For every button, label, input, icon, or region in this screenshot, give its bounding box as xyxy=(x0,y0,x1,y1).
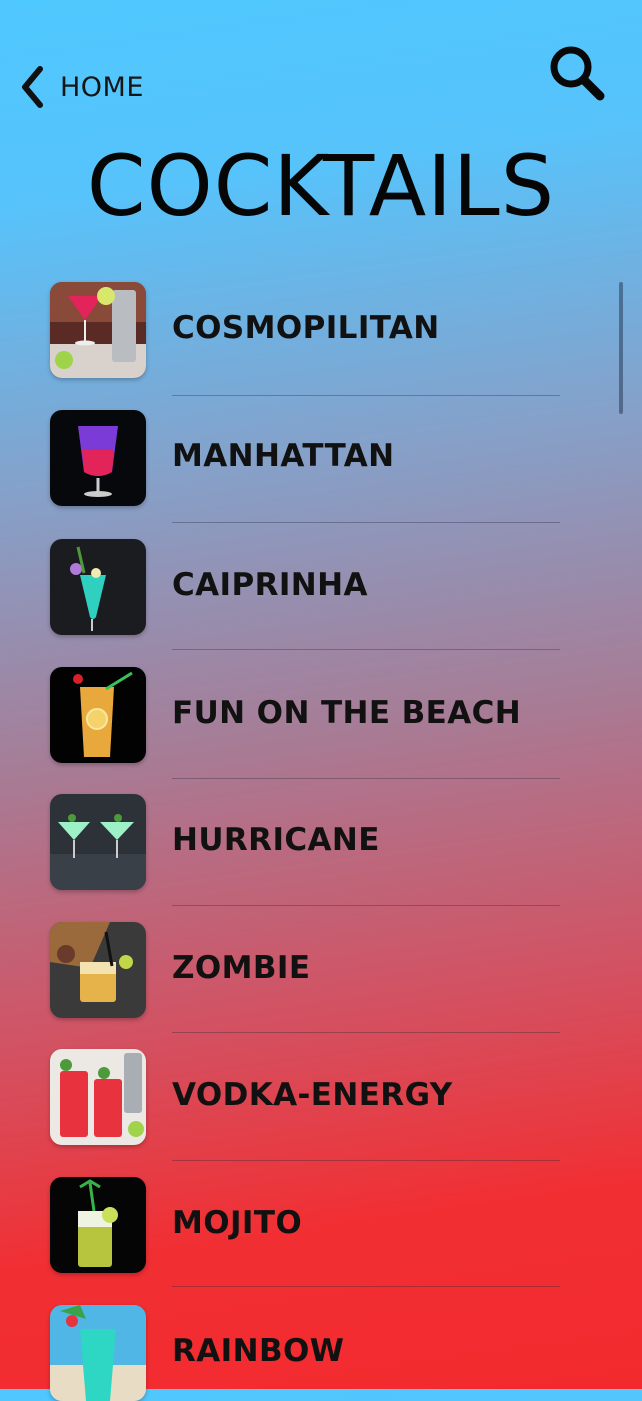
back-label: HOME xyxy=(60,71,144,103)
divider xyxy=(172,1160,560,1161)
cocktail-name: VODKA-ENERGY xyxy=(172,1077,453,1113)
cocktail-name: MOJITO xyxy=(172,1205,303,1241)
scrollbar[interactable] xyxy=(619,282,623,414)
cocktail-thumbnail xyxy=(50,1049,146,1145)
cocktail-thumbnail xyxy=(50,539,146,635)
search-button[interactable] xyxy=(546,42,608,104)
list-item[interactable]: RAINBOW xyxy=(50,1305,570,1401)
divider xyxy=(172,522,560,523)
list-item[interactable]: MOJITO xyxy=(50,1177,570,1273)
cocktail-name: FUN ON THE BEACH xyxy=(172,695,522,731)
cocktail-thumbnail xyxy=(50,1305,146,1401)
cocktail-thumbnail xyxy=(50,1177,146,1273)
page-title: COCKTAILS xyxy=(86,137,556,235)
cocktail-thumbnail xyxy=(50,282,146,378)
chevron-left-icon xyxy=(18,65,46,109)
cocktail-thumbnail xyxy=(50,410,146,506)
cocktail-name: ZOMBIE xyxy=(172,950,311,986)
cocktail-thumbnail xyxy=(50,794,146,890)
cocktail-thumbnail xyxy=(50,922,146,1018)
divider xyxy=(172,778,560,779)
list-item[interactable]: HURRICANE xyxy=(50,794,570,890)
list-item[interactable]: ZOMBIE xyxy=(50,922,570,1018)
cocktail-name: RAINBOW xyxy=(172,1333,345,1369)
divider xyxy=(172,395,560,396)
divider xyxy=(172,1032,560,1033)
divider xyxy=(172,649,560,650)
list-item[interactable]: VODKA-ENERGY xyxy=(50,1049,570,1145)
list-item[interactable]: COSMOPILITAN xyxy=(50,282,570,378)
search-icon xyxy=(546,42,608,104)
list-item[interactable]: CAIPRINHA xyxy=(50,539,570,635)
list-item[interactable]: FUN ON THE BEACH xyxy=(50,667,570,763)
list-item[interactable]: MANHATTAN xyxy=(50,410,570,506)
cocktail-name: CAIPRINHA xyxy=(172,567,368,603)
back-button[interactable]: HOME xyxy=(18,64,144,110)
cocktail-thumbnail xyxy=(50,667,146,763)
divider xyxy=(172,905,560,906)
top-bar: HOME xyxy=(0,0,642,120)
cocktail-name: HURRICANE xyxy=(172,822,380,858)
cocktail-name: COSMOPILITAN xyxy=(172,310,440,346)
divider xyxy=(172,1286,560,1287)
cocktail-name: MANHATTAN xyxy=(172,438,395,474)
